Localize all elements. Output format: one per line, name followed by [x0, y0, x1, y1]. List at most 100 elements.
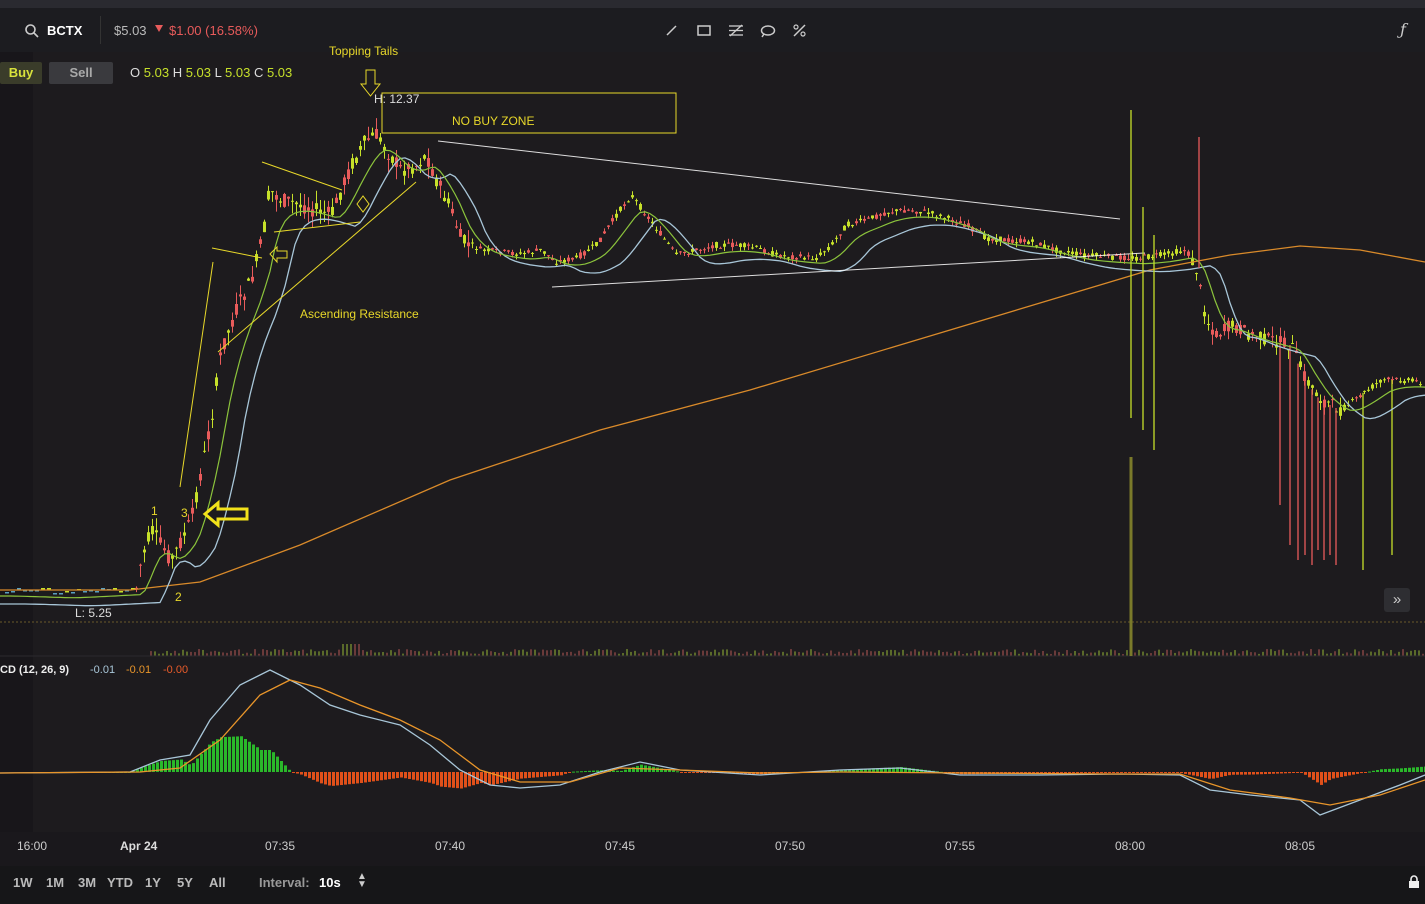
candle-body — [1271, 336, 1274, 338]
volume-bar — [1274, 651, 1276, 656]
candle-body — [283, 193, 286, 207]
volume-bar — [450, 650, 452, 656]
macd-histogram-bar — [244, 739, 247, 772]
candle-body — [1319, 401, 1322, 404]
candle-body — [1371, 384, 1374, 389]
candle-body — [251, 276, 254, 282]
candle-body — [1339, 407, 1342, 416]
volume-bar — [810, 649, 812, 656]
volume-bar — [934, 652, 936, 656]
lock-icon[interactable] — [1408, 875, 1420, 889]
volume-bar — [174, 650, 176, 656]
volume-bar — [1186, 651, 1188, 656]
interval-label: Interval: — [259, 875, 310, 890]
volume-bar — [790, 649, 792, 656]
macd-histogram-bar — [528, 772, 531, 778]
macd-histogram-bar — [168, 760, 171, 772]
candle-body — [1031, 239, 1034, 242]
volume-bar — [678, 650, 680, 656]
volume-bar — [394, 652, 396, 656]
candle-body — [931, 211, 934, 214]
candle-body — [507, 250, 510, 252]
candle-body — [911, 210, 914, 212]
candle-body — [647, 216, 650, 219]
volume-bar — [942, 652, 944, 656]
candle-body — [743, 243, 746, 248]
macd-histogram-bar — [1332, 772, 1335, 779]
macd-histogram-bar — [1240, 772, 1243, 775]
volume-bar — [282, 649, 284, 656]
volume-bar — [1270, 649, 1272, 656]
range-all[interactable]: All — [209, 875, 226, 890]
volume-bar — [230, 650, 232, 656]
macd-histogram-bar — [380, 772, 383, 781]
candle-body — [823, 251, 826, 253]
candle-body — [1111, 255, 1114, 260]
volume-bar — [418, 651, 420, 656]
candle-body — [231, 319, 234, 327]
candle-body — [1419, 384, 1422, 386]
candle-body — [695, 248, 698, 250]
range-ytd[interactable]: YTD — [107, 875, 133, 890]
volume-bar — [702, 650, 704, 656]
volume-bar — [1414, 650, 1416, 656]
candle-body — [539, 248, 542, 250]
range-3m[interactable]: 3M — [78, 875, 96, 890]
range-1m[interactable]: 1M — [46, 875, 64, 890]
range-1w[interactable]: 1W — [13, 875, 33, 890]
macd-histogram-bar — [260, 750, 263, 772]
volume-bar — [1202, 651, 1204, 656]
volume-bar — [546, 650, 548, 656]
candle-body — [703, 249, 706, 251]
candle-body — [1395, 377, 1398, 379]
macd-histogram-bar — [596, 770, 599, 772]
macd-histogram-bar — [352, 772, 355, 784]
macd-histogram-bar — [276, 756, 279, 772]
scroll-forward-button[interactable]: » — [1384, 588, 1410, 612]
candle-body — [463, 235, 466, 244]
volume-bar — [858, 649, 860, 656]
candle-body — [947, 215, 950, 218]
volume-bar — [310, 649, 312, 656]
interval-select[interactable]: 10s — [319, 875, 341, 890]
candle-body — [227, 330, 230, 333]
macd-histogram-bar — [572, 771, 575, 773]
candle-body — [987, 237, 990, 242]
spike-wicks — [1129, 110, 1200, 656]
volume-bar — [918, 651, 920, 656]
range-5y[interactable]: 5Y — [177, 875, 193, 890]
interval-stepper-icon[interactable]: ▲ ▼ — [357, 872, 367, 890]
small-diamond-icon — [356, 195, 370, 213]
volume-bar — [530, 649, 532, 656]
macd-histogram-bar — [264, 750, 267, 772]
candle-body — [875, 214, 878, 219]
candle-body — [323, 211, 326, 213]
candle-body — [675, 252, 678, 255]
candle-body — [519, 252, 522, 254]
macd-histogram-bar — [1168, 772, 1171, 773]
time-label: 07:40 — [435, 839, 466, 853]
volume-bar — [358, 644, 360, 656]
volume-bar — [930, 651, 932, 656]
volume-bar — [862, 652, 864, 656]
candle-body — [1047, 245, 1050, 247]
volume-bar — [866, 649, 868, 656]
volume-bar — [362, 650, 364, 656]
volume-bar — [610, 650, 612, 656]
candle-body — [1207, 323, 1210, 326]
volume-bar — [1182, 652, 1184, 656]
candle-body — [795, 258, 798, 260]
macd-label: CD (12, 26, 9) — [0, 664, 70, 676]
macd-histogram-bar — [272, 752, 275, 772]
macd-histogram-bar — [428, 772, 431, 783]
volume-bar — [370, 650, 372, 656]
candle-body — [1027, 241, 1030, 245]
candle-body — [1195, 273, 1198, 275]
macd-histogram-bar — [1108, 772, 1111, 773]
range-1y[interactable]: 1Y — [145, 875, 161, 890]
macd-histogram-bar — [1128, 772, 1131, 773]
candle-body — [939, 214, 942, 216]
macd-histogram-bar — [1152, 772, 1155, 773]
volume-bar — [466, 651, 468, 656]
candle-body — [1139, 258, 1142, 260]
